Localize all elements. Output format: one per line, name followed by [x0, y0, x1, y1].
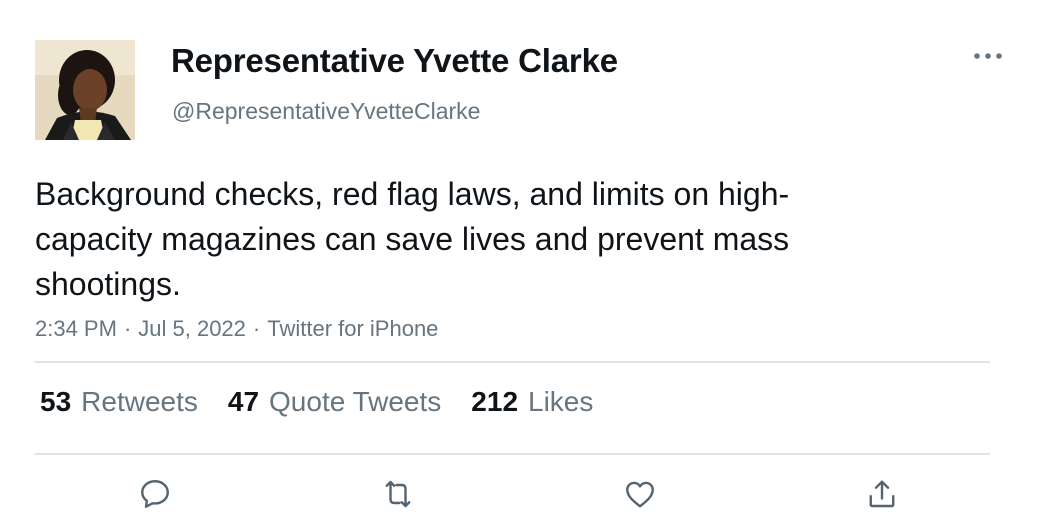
retweets-label: Retweets: [81, 386, 198, 417]
author-handle[interactable]: @RepresentativeYvetteClarke: [172, 98, 480, 125]
tweet-card: Representative Yvette Clarke @Representa…: [0, 0, 1050, 525]
engagement-stats: 53 Retweets 47 Quote Tweets 212 Likes: [40, 386, 593, 418]
meta-separator: ·: [123, 316, 132, 341]
tweet-time[interactable]: 2:34 PM: [35, 316, 117, 341]
tweet-text: Background checks, red flag laws, and li…: [35, 176, 790, 302]
share-upload-icon: [869, 480, 895, 508]
quote-tweets-count: 47: [227, 386, 260, 417]
quote-tweets-label: Quote Tweets: [269, 386, 442, 417]
speech-bubble-icon: [141, 480, 169, 508]
more-options-button[interactable]: [966, 40, 1010, 72]
share-button[interactable]: [862, 474, 902, 514]
divider: [35, 453, 990, 455]
tweet-source[interactable]: Twitter for iPhone: [267, 316, 438, 341]
like-button[interactable]: [620, 474, 660, 514]
quote-tweets-stat[interactable]: 47 Quote Tweets: [228, 386, 441, 418]
author-display-name[interactable]: Representative Yvette Clarke: [171, 42, 618, 80]
meta-separator: ·: [252, 316, 261, 341]
heart-icon: [626, 481, 654, 508]
ellipsis-icon: [974, 53, 1002, 59]
likes-count: 212: [471, 386, 519, 417]
tweet-metadata: 2:34 PM · Jul 5, 2022 · Twitter for iPhone: [35, 316, 438, 342]
retweet-button[interactable]: [378, 474, 418, 514]
likes-stat[interactable]: 212 Likes: [471, 386, 593, 418]
retweets-count: 53: [40, 386, 72, 417]
divider: [35, 361, 990, 363]
reply-button[interactable]: [135, 474, 175, 514]
retweet-arrows-icon: [385, 480, 411, 508]
author-avatar[interactable]: [35, 40, 135, 140]
likes-label: Likes: [528, 386, 594, 417]
tweet-date[interactable]: Jul 5, 2022: [138, 316, 246, 341]
profile-photo-icon: [35, 40, 135, 140]
retweets-stat[interactable]: 53 Retweets: [40, 386, 198, 418]
